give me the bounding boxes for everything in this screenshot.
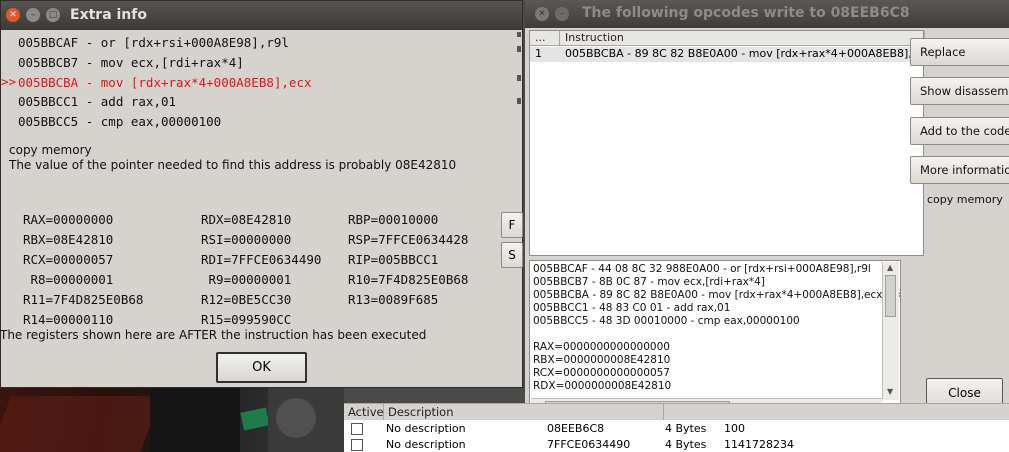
register-value: R12=0BE5CC30	[201, 292, 292, 307]
game-shape	[0, 396, 161, 452]
register-value: RSI=00000000	[201, 232, 292, 247]
register-value: R15=099590CC	[201, 312, 292, 327]
address-type: 4 Bytes	[665, 438, 707, 451]
address-description: No description	[386, 422, 466, 435]
register-value: R13=0089F685	[348, 292, 439, 307]
stack-button[interactable]: S	[501, 242, 523, 268]
register-value: RDX=08E42810	[201, 212, 292, 227]
address-list-header: Active Description	[344, 403, 1009, 421]
current-instruction-arrow: >>	[1, 74, 17, 89]
dump-line: 005BBCC1 - 48 83 C0 01 - add rax,01	[533, 302, 731, 314]
asm-line: 005BBCAF - or [rdx+rsi+000A8E98],r9l	[18, 35, 289, 50]
game-shape	[276, 398, 316, 438]
game-shape	[240, 407, 270, 431]
column-header-index[interactable]: ...	[530, 31, 560, 46]
register-value: R11=7F4D825E0B68	[23, 292, 144, 307]
address-row[interactable]: No description 08EEB6C8 4 Bytes 100	[344, 421, 1009, 437]
register-value: R14=00000110	[23, 312, 114, 327]
opcode-row[interactable]: 1 005BBCBA - 89 8C 82 B8E0A00 - mov [rdx…	[530, 47, 925, 62]
opcodes-list-header: ... Instruction	[530, 31, 925, 46]
show-disassembler-button[interactable]: Show disassembler	[910, 77, 1009, 105]
opcodes-list[interactable]: ... Instruction 1 005BBCBA - 89 8C 82 B8…	[529, 30, 925, 256]
register-value: RCX=00000057	[23, 252, 114, 267]
disassembly-dump[interactable]: 005BBCAF - 44 08 8C 32 988E0A00 - or [rd…	[529, 260, 901, 414]
dump-line: RCX=0000000000000057	[533, 367, 670, 379]
register-value: R9=00000001	[201, 272, 292, 287]
column-header-description[interactable]: Description	[384, 404, 664, 421]
address-type: 4 Bytes	[665, 422, 707, 435]
copy-memory-label[interactable]: copy memory	[927, 193, 1003, 206]
add-to-codelist-button[interactable]: Add to the codelist	[910, 117, 1009, 145]
register-value: RSP=7FFCE0634428	[348, 232, 469, 247]
active-checkbox[interactable]	[351, 423, 363, 435]
dump-line: 005BBCBA - 89 8C 82 B8E0A00 - mov [rdx+r…	[533, 289, 901, 301]
pointer-info-text: The value of the pointer needed to find …	[9, 158, 457, 172]
asm-line-highlighted: 005BBCBA - mov [rdx+rax*4+000A8EB8],ecx	[18, 75, 312, 90]
dump-line: RBX=0000000008E42810	[533, 354, 671, 366]
address-description: No description	[386, 438, 466, 451]
register-value: RBX=08E42810	[23, 232, 114, 247]
asm-scrollbar[interactable]	[515, 30, 523, 116]
address-list[interactable]: No description 08EEB6C8 4 Bytes 100 No d…	[344, 420, 1009, 452]
game-background	[0, 388, 344, 452]
register-value: R10=7F4D825E0B68	[348, 272, 469, 287]
registers-note: The registers shown here are AFTER the i…	[0, 328, 427, 342]
address-value-address: 7FFCE0634490	[547, 438, 631, 451]
opcodes-window-title: The following opcodes write to 08EEB6C8	[582, 5, 910, 21]
dump-line: 005BBCC5 - 48 3D 00010000 - cmp eax,0000…	[533, 315, 800, 327]
scroll-up-icon[interactable]: ▲	[887, 263, 893, 272]
asm-line: 005BBCB7 - mov ecx,[rdi+rax*4]	[18, 55, 244, 70]
float-registers-button[interactable]: F	[501, 212, 523, 238]
column-header-instruction[interactable]: Instruction	[560, 31, 925, 46]
column-header-active[interactable]: Active	[344, 404, 384, 421]
maximize-window-icon[interactable]: □	[46, 8, 60, 22]
more-information-button[interactable]: More information	[910, 156, 1009, 184]
active-checkbox[interactable]	[351, 439, 363, 451]
register-value: R8=00000001	[23, 272, 114, 287]
dump-line: 005BBCAF - 44 08 8C 32 988E0A00 - or [rd…	[533, 263, 871, 275]
opcode-row-instruction: 005BBCBA - 89 8C 82 B8E0A00 - mov [rdx+r…	[565, 47, 925, 60]
close-window-icon[interactable]: ✕	[6, 8, 20, 22]
address-value-address: 08EEB6C8	[547, 422, 605, 435]
opcode-row-index: 1	[535, 47, 542, 60]
replace-button[interactable]: Replace	[910, 38, 1009, 66]
dump-vertical-scrollbar[interactable]: ▲ ▼	[882, 262, 899, 400]
minimize-window-icon[interactable]: –	[26, 8, 40, 22]
ok-button[interactable]: OK	[216, 352, 307, 383]
close-window-icon[interactable]: ✕	[535, 7, 549, 21]
opcodes-titlebar: ✕ – The following opcodes write to 08EEB…	[525, 0, 1009, 28]
extra-info-titlebar: ✕ – □ Extra info	[1, 1, 522, 30]
asm-line: 005BBCC1 - add rax,01	[18, 94, 177, 109]
game-shape	[150, 388, 240, 452]
scroll-thumb[interactable]	[885, 275, 896, 317]
copy-memory-label[interactable]: copy memory	[9, 143, 92, 157]
address-value: 1141728234	[724, 438, 794, 451]
asm-line: 005BBCC5 - cmp eax,00000100	[18, 114, 222, 129]
minimize-window-icon[interactable]: –	[555, 7, 569, 21]
scrollbar-marks	[517, 32, 521, 104]
scroll-down-icon[interactable]: ▼	[887, 387, 893, 396]
register-value: RDI=7FFCE0634490	[201, 252, 322, 267]
opcodes-window: ✕ – The following opcodes write to 08EEB…	[525, 0, 1009, 452]
dialog-title: Extra info	[70, 7, 147, 23]
dump-line: RDX=0000000008E42810	[533, 380, 672, 392]
dump-line: RAX=0000000000000000	[533, 341, 670, 353]
address-row[interactable]: No description 7FFCE0634490 4 Bytes 1141…	[344, 437, 1009, 452]
address-value: 100	[724, 422, 745, 435]
register-value: RIP=005BBCC1	[348, 252, 439, 267]
dump-line: 005BBCB7 - 8B 0C 87 - mov ecx,[rdi+rax*4…	[533, 276, 765, 288]
register-value: RBP=00010000	[348, 212, 439, 227]
register-value: RAX=00000000	[23, 212, 114, 227]
extra-info-dialog: ✕ – □ Extra info >> 005BBCAF - or [rdx+r…	[0, 0, 523, 388]
